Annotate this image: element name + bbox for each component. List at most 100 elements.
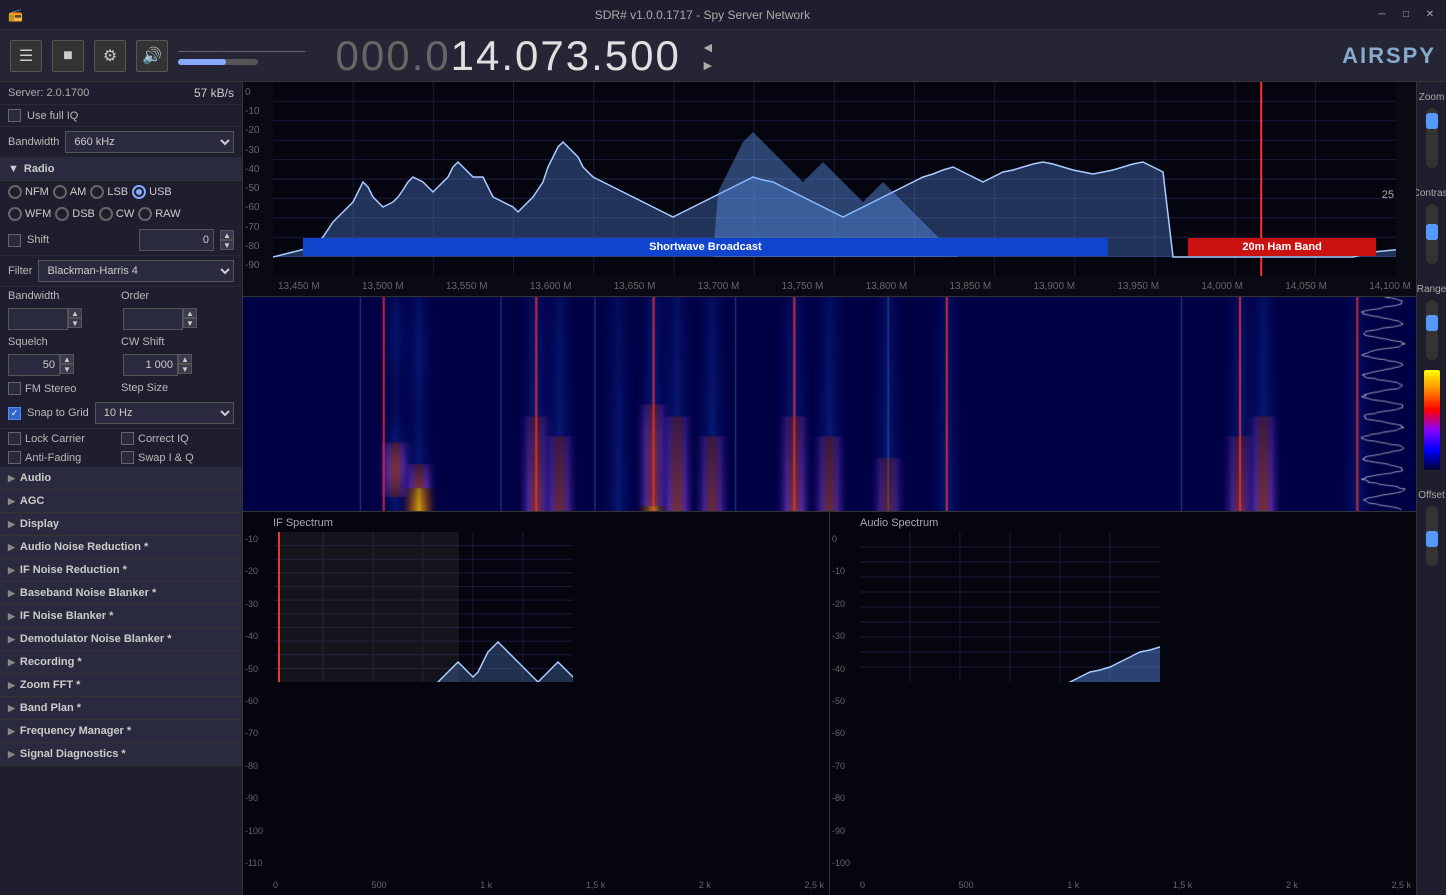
mode-raw[interactable]: RAW bbox=[138, 207, 180, 221]
waterfall-canvas[interactable] bbox=[243, 297, 1416, 511]
lock-carrier-checkbox[interactable] bbox=[8, 432, 21, 445]
zoom-label: Zoom bbox=[1419, 92, 1445, 103]
minimize-button[interactable]: ─ bbox=[1374, 7, 1390, 23]
order-num-input[interactable]: 2 000 bbox=[123, 308, 183, 330]
bw-down[interactable]: ▼ bbox=[68, 318, 82, 328]
bw-header: Bandwidth bbox=[8, 290, 121, 302]
bw-up[interactable]: ▲ bbox=[68, 308, 82, 318]
squelch-up[interactable]: ▲ bbox=[60, 354, 74, 364]
section-signal-diagnostics-[interactable]: ▶ Signal Diagnostics * bbox=[0, 743, 242, 766]
fm-stereo-label: FM Stereo bbox=[25, 383, 76, 395]
anti-fading-item[interactable]: Anti-Fading bbox=[8, 451, 121, 464]
order-stepper[interactable]: ▲ ▼ bbox=[183, 308, 197, 330]
cw-shift-input[interactable] bbox=[123, 354, 178, 376]
lock-carrier-label: Lock Carrier bbox=[25, 433, 85, 445]
server-info-row: Server: 2.0.1700 57 kB/s bbox=[0, 82, 242, 105]
wfm-radio[interactable] bbox=[8, 207, 22, 221]
correct-iq-checkbox[interactable] bbox=[121, 432, 134, 445]
section-audio[interactable]: ▶Audio bbox=[0, 467, 242, 490]
section-arrow: ▶ bbox=[8, 726, 15, 737]
section-if-noise-reduction-[interactable]: ▶IF Noise Reduction * bbox=[0, 559, 242, 582]
fm-stereo-item[interactable]: FM Stereo bbox=[8, 382, 121, 395]
mode-cw[interactable]: CW bbox=[99, 207, 134, 221]
offset-slider[interactable] bbox=[1426, 506, 1438, 566]
filter-row: Filter Blackman-Harris 4 bbox=[0, 256, 242, 287]
maximize-button[interactable]: □ bbox=[1398, 7, 1414, 23]
order-down[interactable]: ▼ bbox=[183, 318, 197, 328]
snap-select[interactable]: 10 Hz bbox=[95, 402, 234, 424]
correct-iq-item[interactable]: Correct IQ bbox=[121, 432, 234, 445]
section-demodulator-noise-blanker-[interactable]: ▶Demodulator Noise Blanker * bbox=[0, 628, 242, 651]
radio-section-header[interactable]: ▼ Radio bbox=[0, 158, 242, 181]
mode-dsb[interactable]: DSB bbox=[55, 207, 95, 221]
section-band-plan-[interactable]: ▶Band Plan * bbox=[0, 697, 242, 720]
lsb-radio[interactable] bbox=[90, 185, 104, 199]
squelch-down[interactable]: ▼ bbox=[60, 364, 74, 374]
zoom-slider[interactable] bbox=[1426, 108, 1438, 168]
snap-to-grid-checkbox[interactable] bbox=[8, 407, 21, 420]
mode-lsb[interactable]: LSB bbox=[90, 185, 128, 199]
contrast-slider[interactable] bbox=[1426, 204, 1438, 264]
mode-am[interactable]: AM bbox=[53, 185, 87, 199]
audio-button[interactable]: 🔊 bbox=[136, 40, 168, 72]
audio-spectrum-title: Audio Spectrum bbox=[860, 517, 938, 529]
titlebar: 📻 SDR# v1.0.0.1717 - Spy Server Network … bbox=[0, 0, 1446, 30]
section-arrow: ▶ bbox=[8, 496, 15, 507]
section-label: Signal Diagnostics * bbox=[20, 748, 126, 760]
section-arrow: ▶ bbox=[8, 749, 15, 760]
nfm-radio[interactable] bbox=[8, 185, 22, 199]
cw-down[interactable]: ▼ bbox=[178, 364, 192, 374]
filter-select[interactable]: Blackman-Harris 4 bbox=[38, 260, 234, 282]
mode-usb[interactable]: USB bbox=[132, 185, 172, 199]
usb-radio[interactable] bbox=[132, 185, 146, 199]
section-display[interactable]: ▶Display bbox=[0, 513, 242, 536]
squelch-stepper[interactable]: ▲ ▼ bbox=[60, 354, 74, 376]
mode-wfm[interactable]: WFM bbox=[8, 207, 51, 221]
section-if-noise-blanker-[interactable]: ▶IF Noise Blanker * bbox=[0, 605, 242, 628]
shift-checkbox[interactable] bbox=[8, 234, 21, 247]
shift-input[interactable] bbox=[139, 229, 214, 251]
volume-control[interactable]: ──────────────────── bbox=[178, 46, 306, 65]
freq-left-arrow[interactable]: ◄ bbox=[701, 39, 715, 55]
freq-right-arrow[interactable]: ► bbox=[701, 57, 715, 73]
order-up[interactable]: ▲ bbox=[183, 308, 197, 318]
section-label: Baseband Noise Blanker * bbox=[20, 587, 156, 599]
anti-fading-checkbox[interactable] bbox=[8, 451, 21, 464]
cw-up[interactable]: ▲ bbox=[178, 354, 192, 364]
cw-shift-stepper[interactable]: ▲ ▼ bbox=[178, 354, 192, 376]
use-full-iq-checkbox[interactable] bbox=[8, 109, 21, 122]
section-audio-noise-reduction-[interactable]: ▶Audio Noise Reduction * bbox=[0, 536, 242, 559]
shift-stepper[interactable]: ▲ ▼ bbox=[220, 230, 234, 250]
swap-iq-checkbox[interactable] bbox=[121, 451, 134, 464]
section-recording-[interactable]: ▶Recording * bbox=[0, 651, 242, 674]
cw-radio[interactable] bbox=[99, 207, 113, 221]
am-radio[interactable] bbox=[53, 185, 67, 199]
shift-up[interactable]: ▲ bbox=[220, 230, 234, 240]
section-frequency-manager-[interactable]: ▶Frequency Manager * bbox=[0, 720, 242, 743]
menu-button[interactable]: ☰ bbox=[10, 40, 42, 72]
squelch-input[interactable] bbox=[8, 354, 60, 376]
range-slider[interactable] bbox=[1426, 300, 1438, 360]
shift-down[interactable]: ▼ bbox=[220, 240, 234, 250]
mode-nfm[interactable]: NFM bbox=[8, 185, 49, 199]
freq-arrows[interactable]: ◄ ► bbox=[701, 39, 715, 73]
left-panel: Server: 2.0.1700 57 kB/s Use full IQ Ban… bbox=[0, 82, 243, 895]
lock-carrier-item[interactable]: Lock Carrier bbox=[8, 432, 121, 445]
bandwidth-select[interactable]: 660 kHz bbox=[65, 131, 234, 153]
dsb-radio[interactable] bbox=[55, 207, 69, 221]
fm-stereo-checkbox[interactable] bbox=[8, 382, 21, 395]
raw-radio[interactable] bbox=[138, 207, 152, 221]
stop-button[interactable]: ■ bbox=[52, 40, 84, 72]
settings-button[interactable]: ⚙ bbox=[94, 40, 126, 72]
band-labels: Shortwave Broadcast 20m Ham Band bbox=[303, 238, 1376, 256]
volume-slider[interactable] bbox=[178, 59, 258, 65]
section-baseband-noise-blanker-[interactable]: ▶Baseband Noise Blanker * bbox=[0, 582, 242, 605]
bandwidth-num-input[interactable]: 2 690 bbox=[8, 308, 68, 330]
section-arrow: ▶ bbox=[8, 519, 15, 530]
swap-iq-item[interactable]: Swap I & Q bbox=[121, 451, 234, 464]
section-zoom-fft-[interactable]: ▶Zoom FFT * bbox=[0, 674, 242, 697]
section-agc[interactable]: ▶AGC bbox=[0, 490, 242, 513]
bw-stepper[interactable]: ▲ ▼ bbox=[68, 308, 82, 330]
section-label: Audio Noise Reduction * bbox=[20, 541, 148, 553]
close-button[interactable]: ✕ bbox=[1422, 7, 1438, 23]
